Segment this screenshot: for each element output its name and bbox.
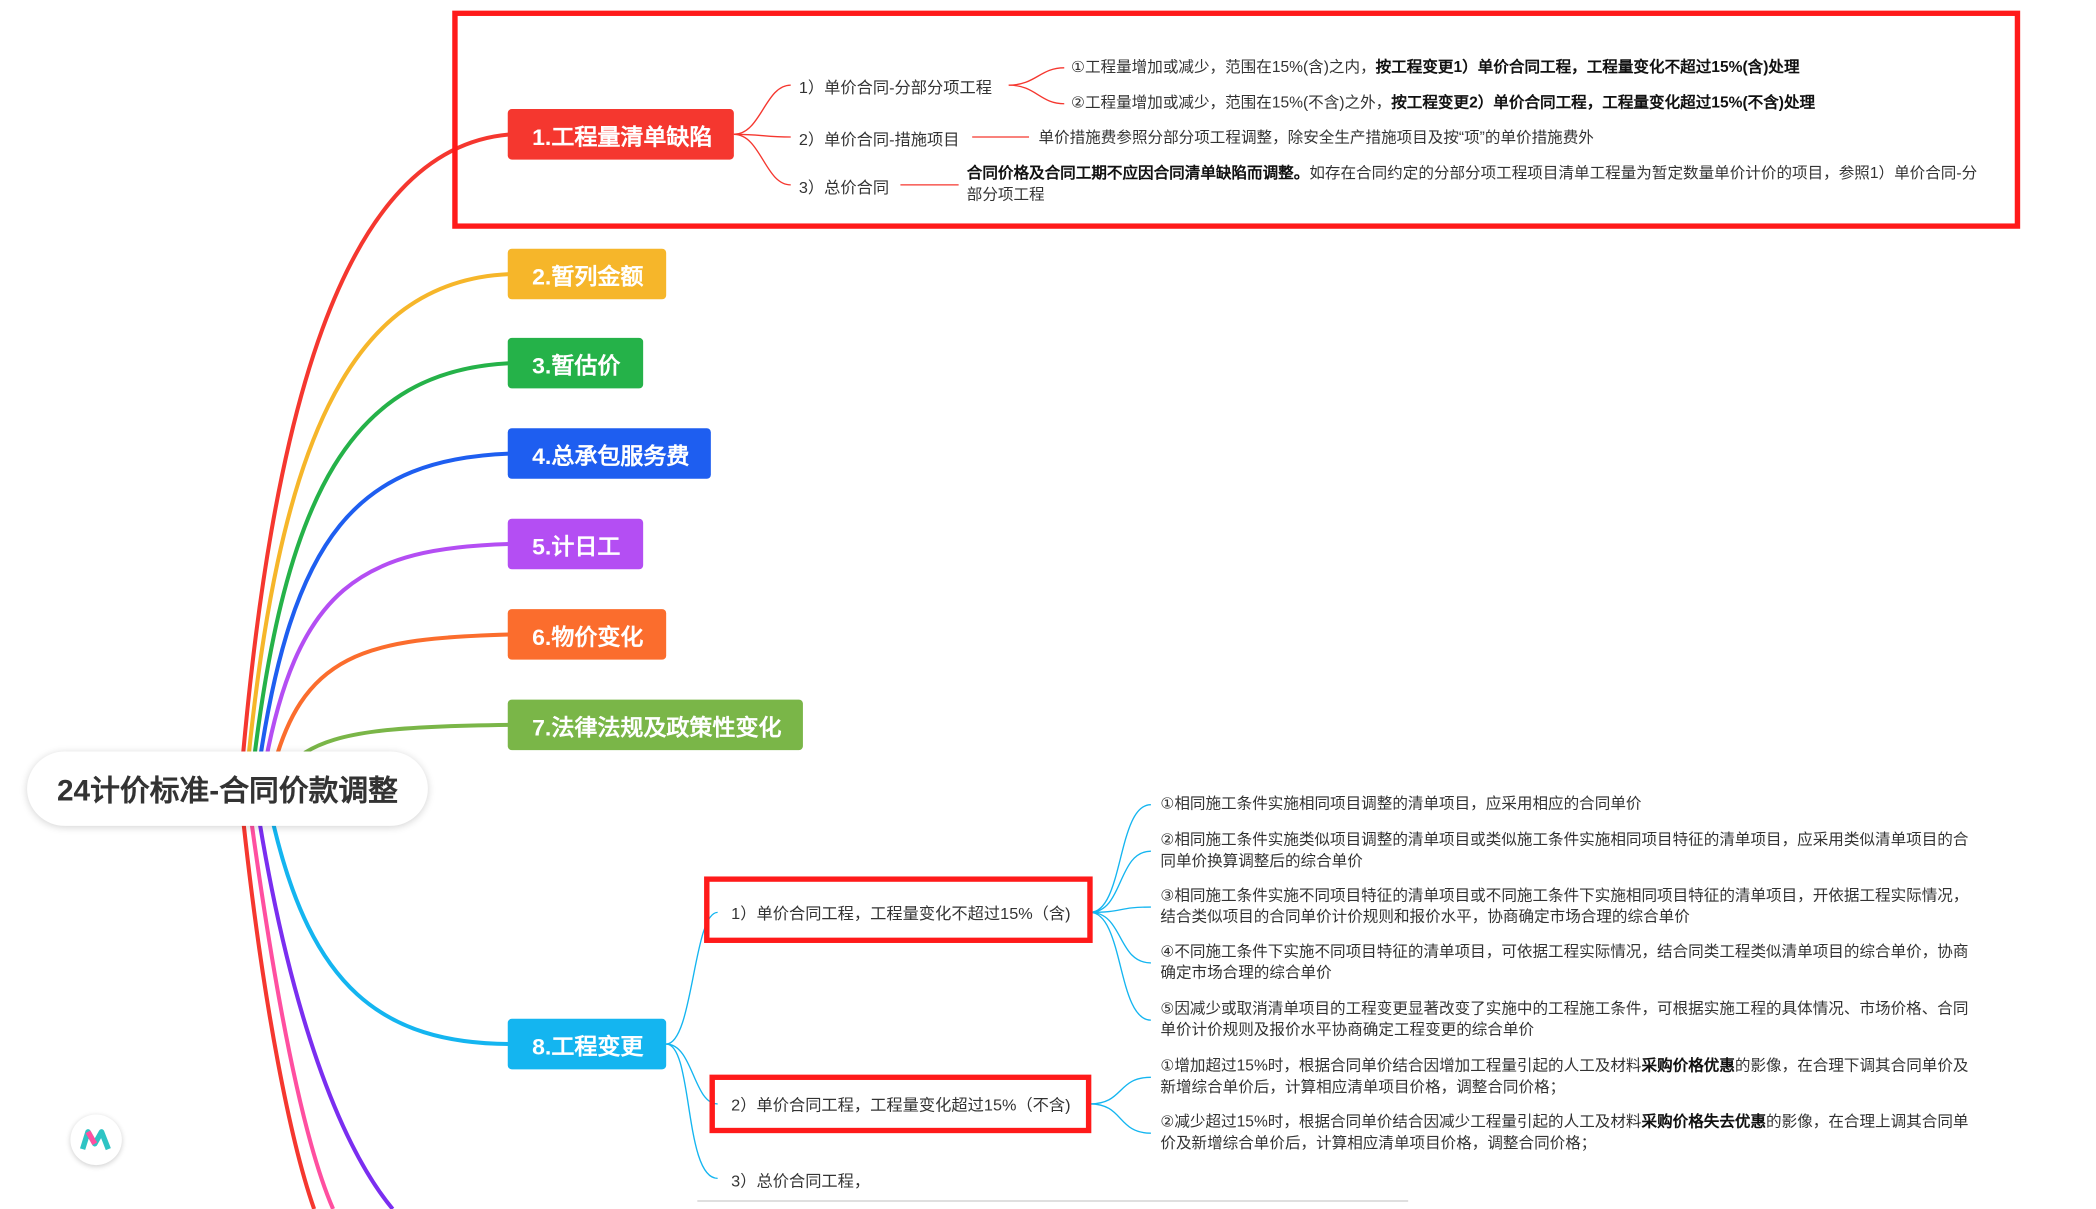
topic-estimate-price[interactable]: 3.暂估价 [507,337,644,389]
topic-provisional-sum[interactable]: 2.暂列金额 [507,248,667,300]
change-leaf-decrease[interactable]: ②减少超过15%时，根据合同单价结合因减少工程量引起的人工及材料采购价格失去优惠… [1160,1112,1972,1155]
connector-5 [260,541,512,779]
change-leaf-increase[interactable]: ①增加超过15%时，根据合同单价结合因增加工程量引起的人工及材料采购价格优惠的影… [1160,1056,1972,1099]
topic-law-change[interactable]: 7.法律法规及政策性变化 [507,699,803,751]
defects-leaf-within-15[interactable]: ①工程量增加或减少，范围在15%(含)之内，按工程变更1）单价合同工程，工程量变… [1071,57,1800,78]
change-leaf-2[interactable]: ②相同施工条件实施类似项目调整的清单项目或类似施工条件实施相同项目特征的清单项目… [1160,830,1972,873]
defects-branch-lump-sum[interactable]: 3）总价合同 [799,176,889,199]
mindmap-logo-icon[interactable] [70,1114,122,1166]
defects-leaf-beyond-15[interactable]: ②工程量增加或减少，范围在15%(不含)之外，按工程变更2）单价合同工程，工程量… [1071,93,1815,114]
connector-2 [244,271,512,779]
defects-branch-unit-price[interactable]: 1）单价合同-分部分项工程 [799,76,992,99]
topic-bill-defects[interactable]: 1.工程量清单缺陷 [507,109,734,160]
change-branch-lump-sum[interactable]: 3）总价合同工程， [731,1169,870,1192]
defects-leaf-measures[interactable]: 单价措施费参照分部分项工程调整，除安全生产措施项目及按“项”的单价措施费外 [1039,128,1594,149]
defects-branch-measures[interactable]: 2）单价合同-措施项目 [799,128,960,151]
root-topic[interactable]: 24计价标准-合同价款调整 [27,751,428,826]
change-branch-beyond-15[interactable]: 2）单价合同工程，工程量变化超过15%（不含) [731,1093,1070,1116]
change-leaf-3[interactable]: ③相同施工条件实施不同项目特征的清单项目或不同施工条件下实施相同项目特征的清单项… [1160,886,1972,929]
topic-contractor-fee[interactable]: 4.总承包服务费 [507,428,711,479]
topic-engineering-change[interactable]: 8.工程变更 [507,1018,667,1070]
connector-8 [271,824,512,1047]
topic-daywork[interactable]: 5.计日工 [507,518,644,570]
change-leaf-5[interactable]: ⑤因减少或取消清单项目的工程变更显著改变了实施中的工程施工条件，可根据实施工程的… [1160,999,1972,1042]
topic-price-change[interactable]: 6.物价变化 [507,609,667,660]
change-leaf-4[interactable]: ④不同施工条件下实施不同项目特征的清单项目，可依据工程实际情况，结合同类工程类似… [1160,942,1972,985]
change-branch-within-15[interactable]: 1）单价合同工程，工程量变化不超过15%（含) [731,902,1070,925]
change-leaf-1[interactable]: ①相同施工条件实施相同项目调整的清单项目，应采用相应的合同单价 [1160,794,1972,815]
connector-7 [303,722,512,755]
defects-leaf-lump-sum[interactable]: 合同价格及合同工期不应因合同清单缺陷而调整。如存在合同约定的分部分项工程项目清单… [967,164,1980,207]
